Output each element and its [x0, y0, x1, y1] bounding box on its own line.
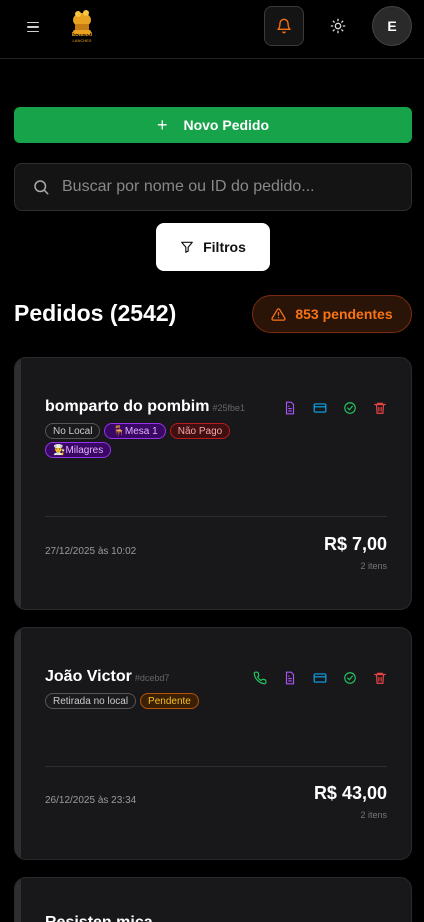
- new-order-button[interactable]: + Novo Pedido: [14, 107, 412, 143]
- page-title: Pedidos (2542): [14, 300, 177, 326]
- check-circle-icon[interactable]: [343, 671, 357, 685]
- status-badge: 🪑Mesa 1: [104, 423, 166, 439]
- status-badge: Pendente: [140, 693, 199, 709]
- order-name: bomparto do pombim #25fbe1: [45, 398, 245, 415]
- filters-button[interactable]: Filtros: [156, 223, 270, 271]
- menu-button[interactable]: [22, 16, 44, 38]
- order-actions: [253, 671, 387, 685]
- logo-subtitle: LANCHES: [72, 38, 92, 43]
- order-items-count: 2 itens: [360, 561, 387, 571]
- phone-icon[interactable]: [253, 671, 267, 685]
- order-card[interactable]: João Victor #dcebd7 Retirada no local Pen…: [14, 627, 412, 860]
- order-date: 26/12/2025 às 23:34: [45, 795, 137, 806]
- user-avatar[interactable]: E: [372, 6, 412, 46]
- bell-icon: [277, 18, 291, 34]
- payment-card-icon[interactable]: [313, 671, 327, 685]
- status-badge: Retirada no local: [45, 693, 137, 709]
- pending-badge[interactable]: 853 pendentes: [252, 295, 412, 333]
- notifications-button[interactable]: [264, 6, 304, 46]
- order-id: #dcebd7: [134, 673, 170, 683]
- order-actions: [283, 401, 387, 415]
- filter-icon: [181, 241, 193, 253]
- check-circle-icon[interactable]: [343, 401, 357, 415]
- status-badge: No Local: [45, 423, 101, 439]
- receipt-icon[interactable]: [283, 671, 297, 685]
- plus-icon: +: [156, 115, 168, 135]
- trash-icon[interactable]: [373, 671, 387, 685]
- order-items-count: 2 itens: [360, 810, 387, 820]
- order-total: R$ 7,00: [323, 534, 387, 554]
- theme-toggle-button[interactable]: [320, 8, 356, 44]
- filters-label: Filtros: [203, 239, 246, 255]
- search-icon: [34, 180, 49, 195]
- search-bar: [14, 163, 412, 211]
- order-id: #25fbe1: [212, 403, 245, 413]
- order-name: Resisten mica: [45, 914, 153, 922]
- new-order-label: Novo Pedido: [183, 117, 270, 133]
- app-header: EDIENAI LANCHES E: [0, 0, 424, 59]
- sun-icon: [330, 18, 346, 34]
- order-card[interactable]: Resisten mica: [14, 877, 412, 922]
- order-badges: No Local 🪑Mesa 1 Não Pago 👨‍🍳Milagres: [45, 423, 275, 458]
- trash-icon[interactable]: [373, 401, 387, 415]
- order-badges: Retirada no local Pendente: [45, 693, 275, 709]
- order-name: João Victor #dcebd7: [45, 668, 170, 685]
- warning-icon: [271, 307, 287, 321]
- order-card[interactable]: bomparto do pombim #25fbe1 No Local 🪑Mesa…: [14, 357, 412, 610]
- order-total: R$ 43,00: [313, 783, 387, 803]
- pending-label: 853 pendentes: [295, 306, 393, 322]
- order-date: 27/12/2025 às 10:02: [45, 546, 137, 557]
- payment-card-icon[interactable]: [313, 401, 327, 415]
- menu-icon: [27, 21, 39, 24]
- status-badge: Não Pago: [169, 423, 231, 439]
- divider: [45, 766, 387, 767]
- search-input[interactable]: [62, 178, 392, 196]
- status-badge: 👨‍🍳Milagres: [45, 442, 112, 458]
- receipt-icon[interactable]: [283, 401, 297, 415]
- divider: [45, 516, 387, 517]
